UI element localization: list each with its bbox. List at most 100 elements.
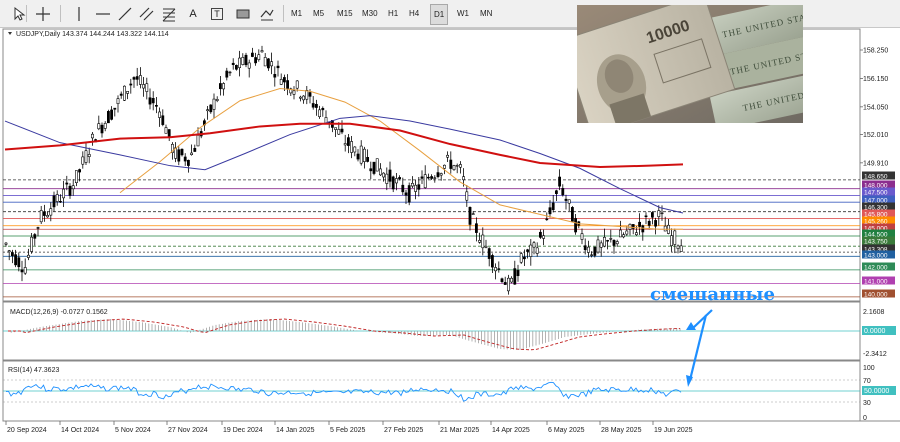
candle-body bbox=[478, 239, 482, 243]
candle-body bbox=[193, 148, 197, 152]
candle-body bbox=[116, 98, 120, 104]
candle-body bbox=[68, 185, 72, 196]
candle-body bbox=[337, 129, 341, 135]
candle-body bbox=[91, 133, 94, 139]
candle-body bbox=[311, 103, 315, 108]
candle-body bbox=[52, 195, 56, 208]
candle-body bbox=[58, 200, 62, 203]
candle-body bbox=[107, 111, 110, 124]
candle-body bbox=[11, 252, 14, 256]
macd-zero-tag-text: 0.0000 bbox=[864, 328, 886, 335]
candle-body bbox=[490, 255, 494, 268]
candle-body bbox=[644, 215, 648, 218]
candle-body bbox=[87, 154, 91, 157]
candle-body bbox=[506, 277, 510, 292]
candle-body bbox=[55, 194, 59, 202]
candle-body bbox=[206, 109, 210, 112]
candle-body bbox=[462, 176, 466, 181]
macd-scale-label: 2.1608 bbox=[863, 309, 885, 316]
candle-body bbox=[446, 154, 450, 158]
candle-body bbox=[266, 58, 270, 69]
candle-body bbox=[295, 80, 299, 89]
candle-body bbox=[353, 146, 357, 153]
level-price-tag-text: 147.500 bbox=[864, 189, 888, 196]
candle-body bbox=[23, 267, 27, 274]
candle-body bbox=[375, 158, 379, 172]
candle-body bbox=[270, 61, 274, 67]
candle-body bbox=[535, 247, 539, 254]
candle-body bbox=[75, 170, 78, 184]
candle-body bbox=[574, 218, 578, 233]
candle-body bbox=[426, 176, 430, 179]
candle-body bbox=[650, 212, 654, 218]
candle-body bbox=[602, 236, 606, 247]
candle-body bbox=[302, 95, 306, 101]
candle-body bbox=[500, 278, 504, 283]
candle-body bbox=[222, 83, 226, 90]
candle-body bbox=[471, 213, 475, 215]
date-label: 14 Apr 2025 bbox=[492, 427, 530, 434]
candle-body bbox=[282, 77, 286, 83]
candle-body bbox=[209, 104, 213, 113]
candle-body bbox=[388, 169, 392, 182]
candle-body bbox=[660, 212, 664, 215]
date-label: 20 Sep 2024 bbox=[7, 427, 47, 434]
candle-body bbox=[231, 62, 235, 65]
candle-body bbox=[497, 268, 501, 270]
candle-body bbox=[362, 148, 366, 162]
candle-body bbox=[244, 54, 248, 66]
date-label: 14 Oct 2024 bbox=[61, 427, 99, 434]
annotation-text: смешанные bbox=[650, 284, 775, 305]
candle-body bbox=[430, 176, 434, 179]
candle-body bbox=[519, 253, 523, 263]
candle-body bbox=[84, 150, 88, 163]
macd-scale-label: -2.3412 bbox=[863, 351, 887, 358]
price-scale-label: 149.910 bbox=[863, 160, 888, 167]
candle-body bbox=[343, 143, 347, 146]
candle-body bbox=[142, 84, 146, 89]
level-price-tag-text: 143.000 bbox=[864, 252, 888, 259]
candle-body bbox=[407, 185, 411, 203]
candle-body bbox=[634, 232, 638, 236]
candle-body bbox=[100, 124, 104, 134]
level-price-tag-text: 140.000 bbox=[864, 291, 888, 298]
date-label: 27 Nov 2024 bbox=[168, 427, 208, 434]
candle-body bbox=[359, 145, 363, 164]
candle-body bbox=[263, 57, 267, 67]
candle-body bbox=[385, 173, 389, 184]
candle-body bbox=[251, 52, 254, 57]
candle-body bbox=[596, 239, 600, 253]
candle-body bbox=[167, 129, 171, 138]
candle-body bbox=[4, 242, 8, 245]
candle-body bbox=[580, 233, 584, 240]
candle-body bbox=[369, 168, 373, 172]
candle-body bbox=[641, 225, 645, 233]
candle-body bbox=[356, 153, 360, 160]
candle-body bbox=[196, 135, 200, 147]
candle-body bbox=[465, 191, 469, 201]
candle-body bbox=[522, 256, 526, 260]
macd-info-label: MACD(12,26,9) -0.0727 0.1562 bbox=[10, 309, 108, 316]
candle-body bbox=[103, 122, 107, 129]
candle-body bbox=[545, 218, 549, 221]
candle-body bbox=[654, 220, 658, 227]
candle-body bbox=[468, 207, 472, 225]
candle-body bbox=[622, 234, 626, 238]
candle-body bbox=[33, 234, 37, 239]
candle-body bbox=[139, 75, 142, 85]
candle-body bbox=[612, 239, 616, 246]
candle-body bbox=[238, 57, 242, 68]
candle-body bbox=[78, 169, 82, 173]
candle-body bbox=[414, 184, 418, 192]
candle-body bbox=[391, 176, 395, 190]
candle-body bbox=[503, 282, 507, 285]
candle-body bbox=[318, 109, 322, 117]
candle-body bbox=[564, 198, 568, 201]
candle-body bbox=[62, 188, 66, 199]
candle-body bbox=[81, 156, 85, 165]
candle-body bbox=[593, 246, 597, 256]
price-scale-label: 156.150 bbox=[863, 76, 888, 83]
candle-body bbox=[494, 267, 498, 272]
candle-body bbox=[538, 231, 542, 238]
candle-body bbox=[65, 182, 69, 185]
